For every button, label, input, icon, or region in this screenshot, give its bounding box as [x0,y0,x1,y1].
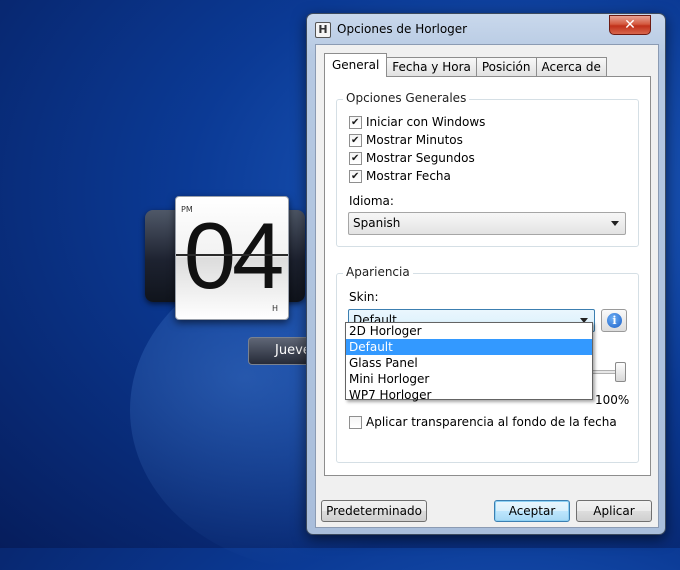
info-icon: i [607,313,622,328]
skin-option-wp7-horloger[interactable]: WP7 Horloger [346,387,592,403]
tab-position[interactable]: Posición [475,57,537,77]
skin-dropdown-list: 2D Horloger Default Glass Panel Mini Hor… [345,322,593,403]
tab-about[interactable]: Acerca de [535,57,607,77]
window-title: Opciones de Horloger [337,22,468,36]
chevron-down-icon [611,221,619,226]
tab-date-time[interactable]: Fecha y Hora [386,57,477,77]
show-minutes-row[interactable]: Mostrar Minutos [349,132,463,148]
opacity-slider-thumb[interactable] [615,362,626,382]
options-dialog: H Opciones de Horloger ✕ General Fecha y… [306,13,666,535]
general-options-group: Opciones Generales Iniciar con Windows M… [336,91,639,247]
start-with-windows-label: Iniciar con Windows [366,115,486,129]
show-minutes-checkbox[interactable] [349,133,362,147]
close-icon: ✕ [624,17,636,33]
skin-option-default[interactable]: Default [346,339,592,355]
general-options-title: Opciones Generales [343,91,470,105]
close-button[interactable]: ✕ [609,15,651,35]
clock-hour-digits: 04 [183,203,285,308]
apply-button[interactable]: Aplicar [576,500,652,522]
clock-unit-label: H [271,304,278,313]
date-transparency-label: Aplicar transparencia al fondo de la fec… [366,415,617,429]
show-date-checkbox[interactable] [349,169,362,183]
show-date-label: Mostrar Fecha [366,169,451,183]
ok-button[interactable]: Aceptar [494,500,570,522]
skin-option-2d-horloger[interactable]: 2D Horloger [346,323,592,339]
skin-option-glass-panel[interactable]: Glass Panel [346,355,592,371]
start-with-windows-checkbox[interactable] [349,115,362,129]
start-with-windows-row[interactable]: Iniciar con Windows [349,114,485,130]
app-icon: H [315,22,331,38]
general-tab-panel: Opciones Generales Iniciar con Windows M… [324,76,651,476]
skin-info-button[interactable]: i [601,309,627,332]
clock-flip-divider [176,254,288,256]
show-date-row[interactable]: Mostrar Fecha [349,168,451,184]
language-select[interactable]: Spanish [348,212,626,235]
show-seconds-checkbox[interactable] [349,151,362,165]
appearance-title: Apariencia [343,265,413,279]
tab-general[interactable]: General [324,53,388,77]
skin-label: Skin: [349,290,379,304]
show-minutes-label: Mostrar Minutos [366,133,463,147]
tab-strip: General Fecha y Hora Posición Acerca de [324,53,607,77]
show-seconds-label: Mostrar Segundos [366,151,475,165]
date-transparency-row[interactable]: Aplicar transparencia al fondo de la fec… [349,414,617,430]
clock-widget-face[interactable]: PM 04 H [175,196,289,320]
language-label: Idioma: [349,194,394,208]
dialog-client-area: General Fecha y Hora Posición Acerca de … [315,44,659,528]
defaults-button[interactable]: Predeterminado [321,500,427,522]
show-seconds-row[interactable]: Mostrar Segundos [349,150,475,166]
skin-option-mini-horloger[interactable]: Mini Horloger [346,371,592,387]
opacity-value: 100% [595,393,630,407]
title-bar[interactable]: H Opciones de Horloger ✕ [307,14,665,44]
language-select-value: Spanish [353,216,401,230]
date-transparency-checkbox[interactable] [349,415,362,429]
